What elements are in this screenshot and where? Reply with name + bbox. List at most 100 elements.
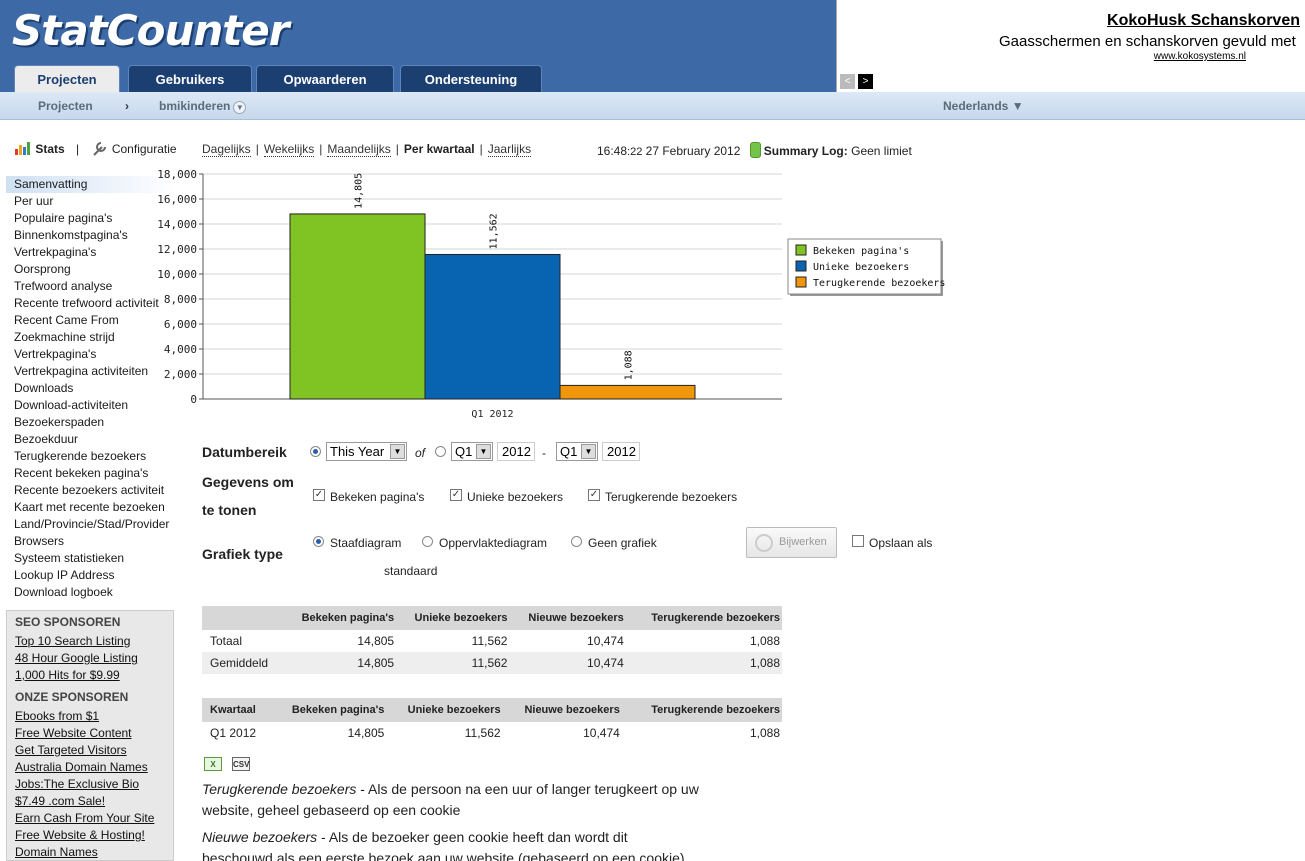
sidebar-item[interactable]: Recent bekeken pagina's [6, 465, 176, 482]
bar [289, 213, 426, 400]
subnav-bar: Projecten › bmikinderen ▼ Nederlands ▼ [0, 92, 1305, 120]
legend-label: Unieke bezoekers [813, 262, 909, 273]
header: StatCounter Projecten Gebruikers Opwaard… [0, 0, 836, 92]
from-quarter-select[interactable]: Q1 ▼ [451, 442, 493, 461]
our-sponsor-link[interactable]: Ebooks from $1 [7, 708, 173, 725]
sidebar-item[interactable]: Systeem statistieken [6, 550, 176, 567]
table-header-row: Kwartaal Bekeken pagina's Unieke bezoekers… [202, 698, 782, 722]
summary-log-label: Summary Log: [763, 144, 848, 158]
update-button-label: Bijwerken [779, 536, 827, 548]
to-quarter-value: Q1 [560, 444, 578, 459]
y-tick-label: 2,000 [164, 368, 197, 381]
excel-export-icon[interactable]: X [204, 757, 222, 771]
save-as-checkbox[interactable] [852, 535, 864, 547]
seo-sponsor-link[interactable]: 1,000 Hits for $9.99 [7, 667, 173, 684]
range-preset-select[interactable]: This Year ▼ [326, 442, 407, 461]
range-custom-radio[interactable] [435, 446, 446, 457]
our-sponsor-link[interactable]: Australia Domain Names [7, 759, 173, 776]
sidebar-item[interactable]: Land/Provincie/Stad/Provider [6, 516, 176, 533]
clock-status: 16:48:22 27 February 2012 Summary Log: G… [597, 142, 912, 158]
check-pageviews-label: Bekeken pagina's [330, 490, 425, 504]
graph-none-radio[interactable] [571, 536, 582, 547]
ad-prev-icon[interactable]: < [840, 74, 855, 89]
y-tick-label: 16,000 [157, 193, 197, 206]
our-sponsor-link[interactable]: Jobs:The Exclusive Bio [7, 776, 173, 793]
table-cell: 14,805 [357, 634, 395, 648]
column-header: Nieuwe bezoekers [509, 606, 626, 630]
check-pageviews[interactable]: ✓ [313, 489, 325, 501]
quarter-table: Kwartaal Bekeken pagina's Unieke bezoekers… [202, 698, 782, 744]
our-sponsor-link[interactable]: Domain Names [7, 844, 173, 860]
period-separator: | [319, 142, 323, 156]
summary-table: Bekeken pagina's Unieke bezoekers Nieuwe b… [202, 606, 782, 674]
sidebar-item[interactable]: Kaart met recente bezoeken [6, 499, 176, 516]
period-separator: | [255, 142, 259, 156]
subnav-projects-link[interactable]: Projecten [38, 99, 93, 113]
table-cell: 10,474 [583, 726, 620, 740]
config-link[interactable]: Configuratie [112, 142, 176, 156]
tab-ondersteuning[interactable]: Ondersteuning [400, 65, 542, 92]
sidebar-item[interactable]: Browsers [6, 533, 176, 550]
our-sponsor-link[interactable]: Get Targeted Visitors [7, 742, 173, 759]
to-quarter-select[interactable]: Q1 ▼ [556, 442, 598, 461]
period-daily-link[interactable]: Dagelijks [202, 142, 251, 157]
note-new-term: Nieuwe bezoekers [202, 829, 318, 845]
summary-log-value: Geen limiet [851, 144, 912, 158]
csv-export-icon[interactable]: CSV [232, 757, 250, 771]
our-sponsor-link[interactable]: Free Website Content [7, 725, 173, 742]
sidebar-item[interactable]: Bezoekduur [6, 431, 176, 448]
update-button[interactable]: Bijwerken [746, 527, 837, 558]
our-sponsor-link[interactable]: Earn Cash From Your Site [7, 810, 173, 827]
check-unique[interactable]: ✓ [450, 489, 462, 501]
seo-sponsor-link[interactable]: Top 10 Search Listing [7, 633, 173, 650]
seo-sponsor-link[interactable]: 48 Hour Google Listing [7, 650, 173, 667]
chevron-down-icon[interactable]: ▼ [233, 101, 247, 114]
seo-sponsor-list: Top 10 Search Listing 48 Hour Google List… [7, 633, 173, 684]
column-header: Unieke bezoekers [386, 698, 503, 722]
sidebar-item[interactable]: Terugkerende bezoekers [6, 448, 176, 465]
tab-projecten[interactable]: Projecten [14, 65, 120, 92]
y-tick-label: 14,000 [157, 218, 197, 231]
ad-next-icon[interactable]: > [858, 74, 873, 89]
column-header: Nieuwe bezoekers [502, 698, 622, 722]
table-cell: 11,562 [471, 634, 508, 648]
legend-label: Bekeken pagina's [813, 246, 909, 257]
refresh-icon [755, 534, 773, 552]
ad-title[interactable]: KokoHusk Schanskorven [1107, 12, 1300, 30]
range-preset-radio[interactable] [310, 446, 321, 457]
table-cell: 11,562 [396, 652, 510, 674]
ad-url[interactable]: www.kokosystems.nl [1154, 51, 1246, 62]
language-selector[interactable]: Nederlands ▼ [943, 99, 1024, 113]
to-year-input[interactable]: 2012 [602, 442, 640, 461]
legend-swatch [795, 276, 807, 288]
table-row: Q1 2012 14,805 11,562 10,474 1,088 [202, 722, 782, 744]
graph-type-label: Grafiek type [202, 546, 283, 562]
column-header: Bekeken pagina's [270, 698, 387, 722]
sidebar-item[interactable]: Download logboek [6, 584, 176, 601]
our-sponsor-link[interactable]: Free Website & Hosting! [7, 827, 173, 844]
period-monthly-link[interactable]: Maandelijks [327, 142, 391, 157]
stats-link[interactable]: Stats [35, 142, 64, 156]
tab-gebruikers[interactable]: Gebruikers [128, 65, 252, 92]
y-tick-label: 4,000 [164, 343, 197, 356]
sidebar-item[interactable]: Recente bezoekers activiteit [6, 482, 176, 499]
column-header: Terugkerende bezoekers [621, 698, 782, 722]
graph-area-radio[interactable] [422, 536, 433, 547]
period-weekly-link[interactable]: Wekelijks [263, 142, 315, 157]
legend-swatch [795, 260, 807, 272]
project-selector[interactable]: bmikinderen ▼ [159, 99, 247, 114]
table-cell: Q1 2012 [210, 726, 257, 740]
ad-banner[interactable]: KokoHusk Schanskorven Gaasschermen en sc… [836, 0, 1305, 92]
tab-opwaarderen[interactable]: Opwaarderen [256, 65, 394, 92]
clock-time: 16:48 [597, 144, 628, 158]
table-cell: 1,088 [625, 652, 782, 674]
check-returning[interactable]: ✓ [588, 489, 600, 501]
bar-value-label: 14,805 [354, 173, 365, 209]
our-sponsor-link[interactable]: $7.49 .com Sale! [7, 793, 173, 810]
sidebar-item[interactable]: Lookup IP Address [6, 567, 176, 584]
from-year-input[interactable]: 2012 [497, 442, 535, 461]
graph-bar-radio[interactable] [313, 536, 324, 547]
period-yearly-link[interactable]: Jaarlijks [487, 142, 532, 157]
table-header-row: Bekeken pagina's Unieke bezoekers Nieuwe b… [202, 606, 782, 630]
statcounter-logo[interactable]: StatCounter [12, 6, 289, 55]
